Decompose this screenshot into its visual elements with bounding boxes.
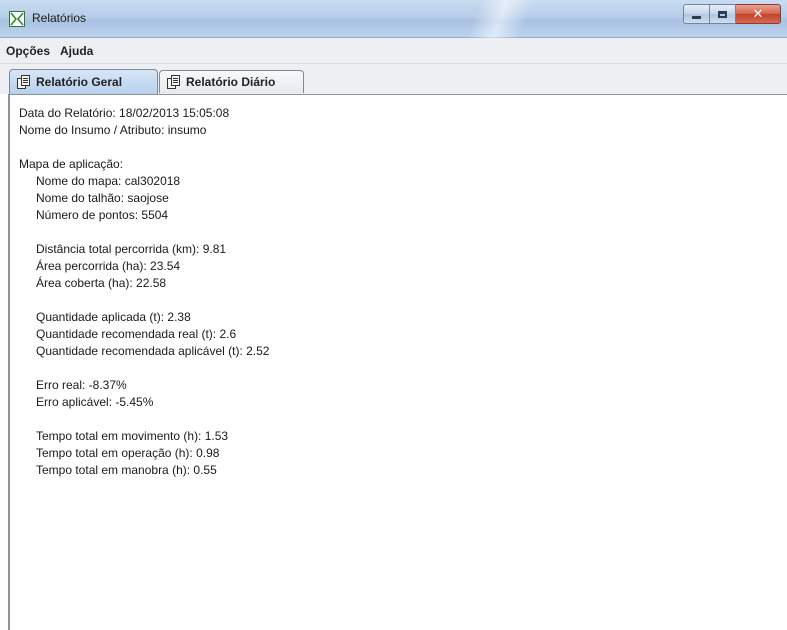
minimize-button[interactable] <box>683 4 710 24</box>
close-button[interactable]: ✕ <box>736 4 781 24</box>
maximize-icon <box>718 10 727 18</box>
reports-window: Relatórios ✕ Opções Ajuda Relatório Gera… <box>0 0 787 630</box>
time-maneuver: Tempo total em manobra (h): 0.55 <box>36 463 217 477</box>
title-bar[interactable]: Relatórios ✕ <box>0 0 787 38</box>
time-moving: Tempo total em movimento (h): 1.53 <box>36 429 229 443</box>
tab-relatorio-diario[interactable]: Relatório Diário <box>159 70 304 93</box>
menu-opcoes[interactable]: Opções <box>6 44 50 58</box>
quantity-applied: Quantidade aplicada (t): 2.38 <box>36 310 191 324</box>
minimize-icon <box>692 15 701 19</box>
area-covered: Área coberta (ha): 22.58 <box>36 276 167 290</box>
report-panel: Data do Relatório: 18/02/2013 15:05:08 N… <box>8 94 787 630</box>
maximize-button[interactable] <box>710 4 736 24</box>
window-title: Relatórios <box>32 11 87 25</box>
report-text: Data do Relatório: 18/02/2013 15:05:08 N… <box>19 105 269 479</box>
documents-icon <box>167 75 180 89</box>
error-applicable: Erro aplicável: -5.45% <box>36 395 154 409</box>
point-count: Número de pontos: 5504 <box>36 208 169 222</box>
field-name: Nome do talhão: saojose <box>36 191 169 205</box>
tab-label: Relatório Diário <box>186 75 276 89</box>
map-name: Nome do mapa: cal302018 <box>36 174 181 188</box>
area-travelled: Área percorrida (ha): 23.54 <box>36 259 181 273</box>
app-icon <box>9 11 25 27</box>
tab-label: Relatório Geral <box>36 75 123 89</box>
quantity-recommended-real: Quantidade recomendada real (t): 2.6 <box>36 327 237 341</box>
map-heading: Mapa de aplicação: <box>19 157 124 171</box>
quantity-recommended-applicable: Quantidade recomendada aplicável (t): 2.… <box>36 344 270 358</box>
time-operation: Tempo total em operação (h): 0.98 <box>36 446 220 460</box>
menu-bar: Opções Ajuda <box>0 38 787 64</box>
tab-relatorio-geral[interactable]: Relatório Geral <box>9 69 158 94</box>
report-date: Data do Relatório: 18/02/2013 15:05:08 <box>19 106 230 120</box>
documents-icon <box>17 75 30 89</box>
window-controls: ✕ <box>683 4 781 24</box>
error-real: Erro real: -8.37% <box>36 378 127 392</box>
total-distance: Distância total percorrida (km): 9.81 <box>36 242 227 256</box>
report-input: Nome do Insumo / Atributo: insumo <box>19 123 207 137</box>
close-icon: ✕ <box>752 6 764 22</box>
menu-ajuda[interactable]: Ajuda <box>60 44 93 58</box>
tab-strip: Relatório Geral Relatório Diário <box>0 64 787 94</box>
